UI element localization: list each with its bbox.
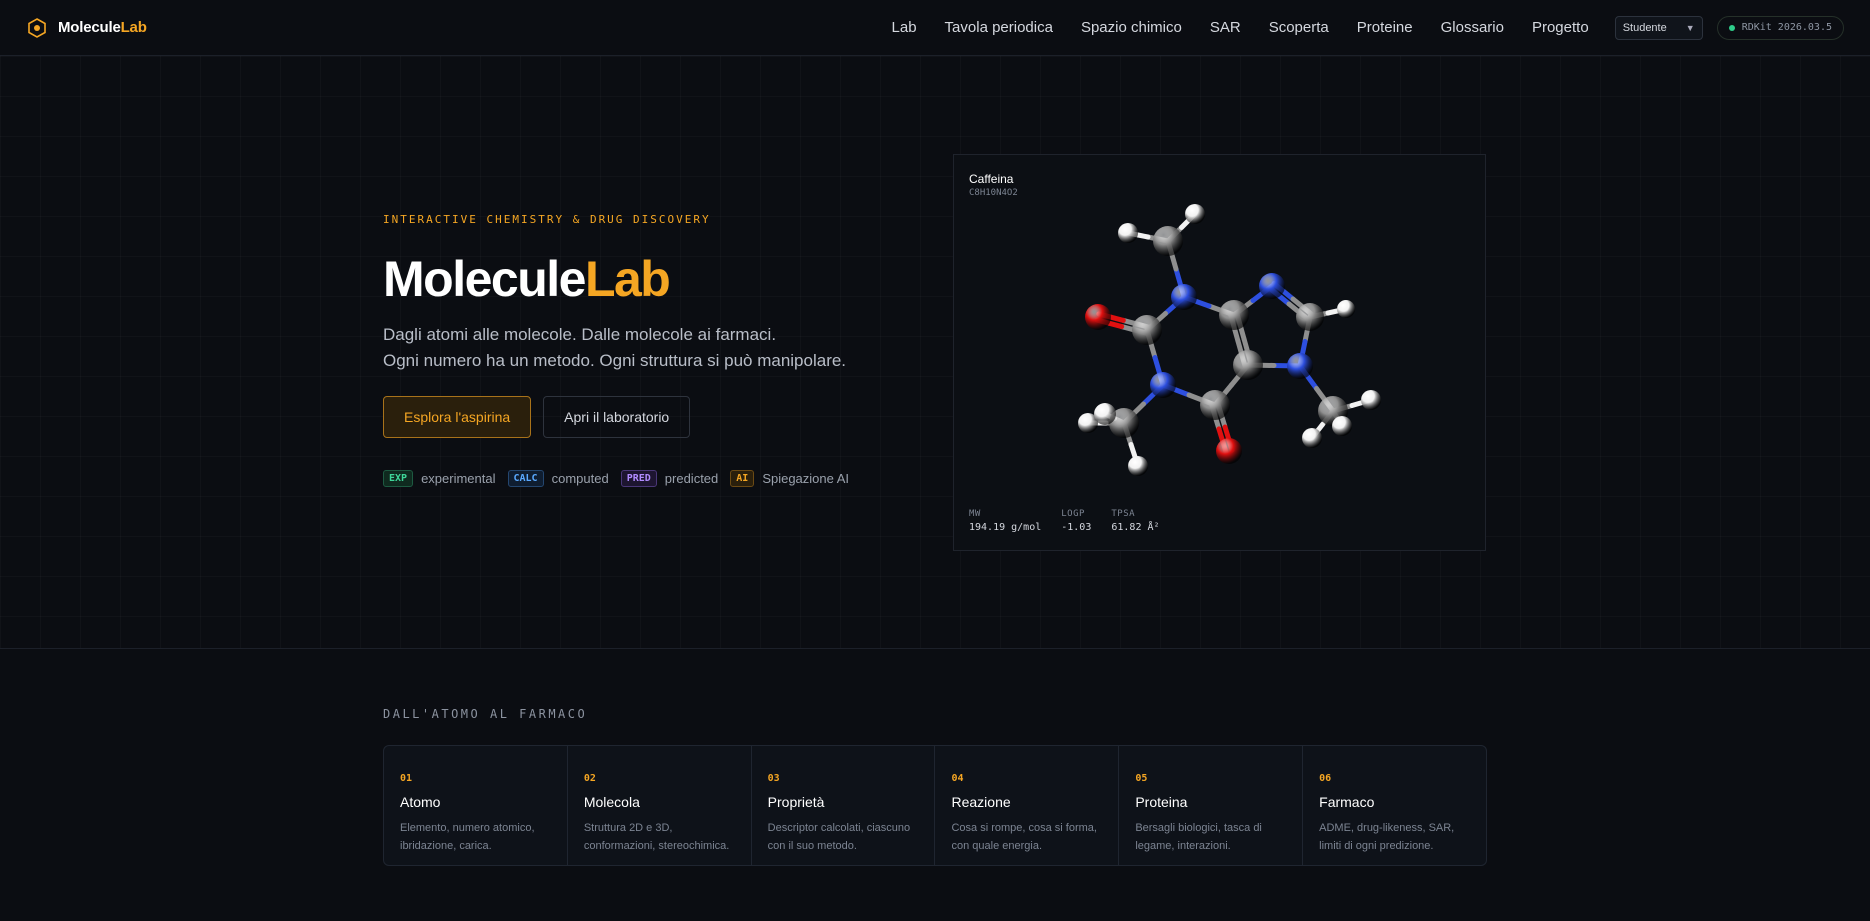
exp-label: experimental [421, 471, 496, 486]
hero-subtitle-line-1: Dagli atomi alle molecole. Dalle molecol… [383, 325, 777, 344]
atom-h [1361, 390, 1381, 410]
step-number: 06 [1319, 773, 1332, 784]
pred-label: predicted [664, 471, 719, 486]
step-description: Descriptor calcolati, ciascuno con il suo… [767, 822, 911, 852]
nav-link-glossary[interactable]: Glossario [1441, 19, 1504, 36]
nav-links: Lab Tavola periodica Spazio chimico SAR … [892, 19, 1589, 36]
caffeine-3d-model[interactable] [954, 155, 1487, 552]
step-number: 01 [400, 773, 413, 784]
atom-c [1233, 350, 1263, 380]
step-card-molecule[interactable]: 02 Molecola Struttura 2D e 3D, conformazi… [568, 746, 752, 865]
step-description: Cosa si rompe, cosa si forma, con quale e… [951, 822, 1097, 852]
molecule-properties: MW 194.19 g/mol LOGP -1.03 TPSA 61.82 Å² [969, 509, 1160, 533]
property-key: MW [969, 509, 981, 519]
step-title: Proprietà [767, 794, 825, 810]
step-description: ADME, drug-likeness, SAR, limiti di ogni … [1319, 822, 1455, 852]
ai-label: Spiegazione AI [762, 471, 850, 486]
step-description: Elemento, numero atomico, ibridazione, ca… [400, 822, 535, 852]
step-number: 03 [767, 773, 780, 784]
molecule-formula: C8H10N4O2 [969, 188, 1018, 198]
atom-h [1118, 223, 1138, 243]
top-navbar: MoleculeLab Lab Tavola periodica Spazio … [0, 0, 1870, 56]
step-title: Proteina [1135, 794, 1188, 810]
atom-n [1287, 353, 1313, 379]
hexagon-logo-icon [28, 17, 46, 38]
nav-link-proteins[interactable]: Proteine [1357, 19, 1413, 36]
step-number: 05 [1135, 773, 1148, 784]
step-number: 02 [583, 773, 596, 784]
atom-c [1132, 315, 1162, 345]
atom-n [1171, 284, 1197, 310]
step-card-reaction[interactable]: 04 Reazione Cosa si rompe, cosa si forma… [935, 746, 1120, 865]
calc-tag: CALC [507, 470, 544, 487]
atom-c [1153, 226, 1183, 256]
step-description: Struttura 2D e 3D, conformazioni, stereoc… [583, 822, 730, 852]
nav-link-sar[interactable]: SAR [1210, 19, 1241, 36]
logo-text: MoleculeLab [58, 19, 147, 36]
logo-link[interactable]: MoleculeLab [26, 17, 147, 39]
hero-section: INTERACTIVE CHEMISTRY & DRUG DISCOVERY M… [383, 213, 903, 487]
status-dot-icon [1728, 24, 1735, 31]
atom-n [1259, 273, 1285, 299]
engine-status-badge: RDKit 2026.03.5 [1716, 15, 1844, 40]
explore-aspirin-button[interactable]: Esplora l'aspirina [383, 396, 532, 438]
pipeline-steps: 01 Atomo Elemento, numero atomico, ibrida… [383, 745, 1487, 866]
atom-o [1085, 304, 1111, 330]
property-key: TPSA [1111, 509, 1136, 519]
step-card-properties[interactable]: 03 Proprietà Descriptor calcolati, ciasc… [752, 746, 936, 865]
atom-c [1200, 390, 1230, 420]
nav-link-discovery[interactable]: Scoperta [1269, 19, 1329, 36]
molecule-viewer-card[interactable]: Caffeina C8H10N4O2 MW 194.19 g/mol LOGP … [953, 154, 1486, 551]
calc-label: computed [551, 471, 609, 486]
role-select-value: Studente [1622, 21, 1667, 34]
molecule-name: Caffeina [969, 172, 1014, 186]
atom-h [1128, 456, 1148, 476]
exp-tag: EXP [383, 470, 414, 487]
engine-version: RDKit 2026.03.5 [1741, 22, 1832, 33]
step-title: Molecola [583, 794, 640, 810]
atom-h [1094, 403, 1116, 425]
step-card-protein[interactable]: 05 Proteina Bersagli biologici, tasca di… [1119, 746, 1304, 865]
open-lab-button[interactable]: Apri il laboratorio [543, 396, 691, 438]
nav-link-project[interactable]: Progetto [1532, 19, 1589, 36]
property-value: 194.19 g/mol [969, 522, 1042, 533]
section-divider [0, 648, 1870, 649]
property-value: -1.03 [1061, 522, 1092, 533]
nav-link-chemical-space[interactable]: Spazio chimico [1081, 19, 1182, 36]
property-mw: MW 194.19 g/mol [969, 509, 1041, 533]
step-title: Atomo [400, 794, 441, 810]
role-select[interactable]: Studente ▼ [1614, 15, 1703, 40]
nav-link-lab[interactable]: Lab [892, 19, 917, 36]
step-card-atom[interactable]: 01 Atomo Elemento, numero atomico, ibrida… [384, 746, 568, 865]
step-number: 04 [951, 773, 964, 784]
step-card-drug[interactable]: 06 Farmaco ADME, drug-likeness, SAR, limi… [1303, 746, 1486, 865]
step-title: Reazione [951, 794, 1011, 810]
step-title: Farmaco [1319, 794, 1375, 810]
hero-buttons: Esplora l'aspirina Apri il laboratorio [383, 396, 903, 438]
atom-h [1302, 428, 1322, 448]
hero-title: MoleculeLab [383, 251, 671, 307]
pipeline-section-title: DALL'ATOMO AL FARMACO [383, 707, 588, 721]
atom-h [1185, 204, 1205, 224]
pred-tag: PRED [620, 470, 657, 487]
property-key: LOGP [1061, 509, 1085, 519]
nav-link-periodic-table[interactable]: Tavola periodica [945, 19, 1053, 36]
hero-grid-background [0, 56, 1870, 648]
step-description: Bersagli biologici, tasca di legame, inte… [1135, 822, 1262, 852]
hero-subtitle: Dagli atomi alle molecole. Dalle molecol… [383, 322, 903, 374]
atom-n [1150, 372, 1176, 398]
atom-c [1296, 303, 1324, 331]
chevron-down-icon: ▼ [1685, 22, 1695, 33]
hero-subtitle-line-2: Ogni numero ha un metodo. Ogni struttura… [383, 351, 847, 370]
atom-h [1332, 416, 1352, 436]
atom-c [1219, 300, 1249, 330]
property-value: 61.82 Å² [1111, 522, 1160, 533]
data-provenance-legend: EXP experimental CALC computed PRED pred… [383, 470, 903, 487]
atom-h [1337, 300, 1355, 318]
property-tpsa: TPSA 61.82 Å² [1111, 509, 1159, 533]
hero-eyebrow: INTERACTIVE CHEMISTRY & DRUG DISCOVERY [383, 213, 711, 226]
property-logp: LOGP -1.03 [1061, 509, 1091, 533]
ai-tag: AI [730, 470, 755, 487]
atom-o [1216, 438, 1242, 464]
